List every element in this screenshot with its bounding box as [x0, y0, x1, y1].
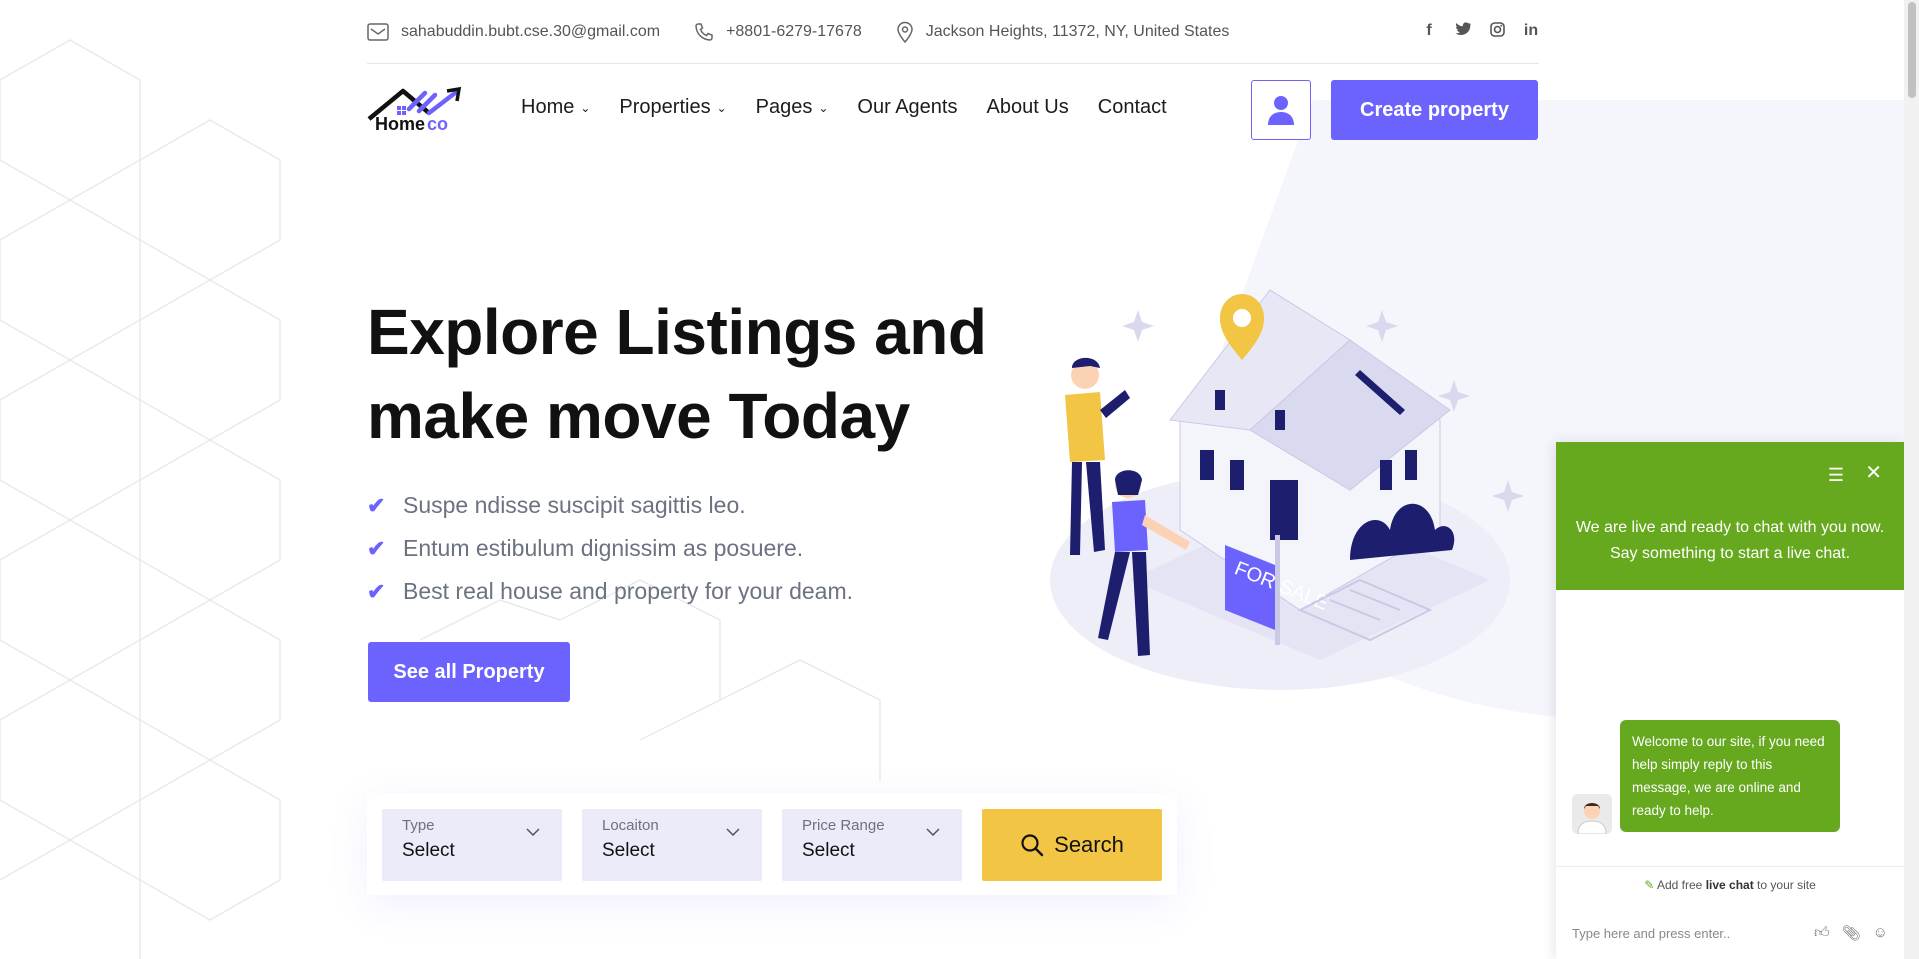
nav-about-us[interactable]: About Us — [986, 96, 1068, 119]
field-value: Select — [802, 840, 855, 861]
logo-wordmark[interactable]: Home co — [375, 114, 448, 135]
field-value: Select — [602, 840, 655, 861]
avatar — [1572, 794, 1612, 834]
chevron-down-icon: ⌄ — [818, 100, 829, 115]
user-icon — [1268, 96, 1294, 125]
hero-title: Explore Listings and make move Today — [367, 296, 987, 452]
user-account-button[interactable] — [1251, 80, 1311, 140]
promo-bold: live chat — [1705, 878, 1754, 892]
chevron-down-icon — [526, 823, 540, 839]
attachment-icon[interactable]: 📎︎ — [1842, 924, 1861, 942]
close-icon[interactable]: ✕ — [1865, 460, 1882, 486]
check-icon: ✔ — [367, 578, 386, 604]
chat-welcome-message: Welcome to our site, if you need help si… — [1620, 720, 1840, 832]
logo-word-co: co — [427, 114, 449, 134]
phone-text: +8801-6279-17678 — [726, 23, 862, 40]
chat-header: ☰ ✕ We are live and ready to chat with y… — [1556, 442, 1904, 590]
chat-divider — [1556, 866, 1904, 867]
email-text: sahabuddin.bubt.cse.30@gmail.com — [401, 23, 661, 40]
chevron-down-icon — [726, 823, 740, 839]
list-item: ✔ Best real house and property for your d… — [367, 570, 853, 613]
leaf-icon: ✎ — [1644, 878, 1655, 892]
chevron-down-icon: ⌄ — [580, 100, 591, 115]
scrollbar-thumb[interactable] — [1908, 2, 1916, 98]
thumbs-up-icon[interactable]: 👍︎ — [1814, 924, 1830, 942]
header-divider — [367, 63, 1539, 64]
field-label: Locaiton — [602, 817, 659, 834]
address-text: Jackson Heights, 11372, NY, United State… — [925, 23, 1230, 40]
promo-suffix: to your site — [1753, 878, 1816, 892]
logo-word-home: Home — [375, 114, 426, 134]
list-item: ✔ Suspe ndisse suscipit sagittis leo. — [367, 484, 853, 527]
social-links: f in — [1421, 22, 1539, 42]
email-item[interactable]: sahabuddin.bubt.cse.30@gmail.com — [367, 23, 660, 41]
twitter-icon[interactable] — [1455, 22, 1471, 42]
menu-icon[interactable]: ☰ — [1828, 462, 1844, 488]
chat-promo-link[interactable]: ✎ Add free live chat to your site — [1556, 878, 1904, 892]
check-icon: ✔ — [367, 492, 386, 518]
mail-icon — [367, 23, 389, 41]
location-select[interactable]: Locaiton Select — [582, 809, 762, 881]
chat-header-text: We are live and ready to chat with you n… — [1575, 519, 1885, 562]
nav-properties[interactable]: Properties ⌄ — [619, 96, 726, 119]
location-pin-icon — [896, 21, 913, 43]
phone-item[interactable]: +8801-6279-17678 — [694, 22, 862, 42]
feature-text: Best real house and property for your de… — [403, 578, 854, 604]
nav-label: About Us — [986, 96, 1069, 118]
nav-contact[interactable]: Contact — [1098, 96, 1167, 119]
feature-text: Suspe ndisse suscipit sagittis leo. — [403, 492, 746, 518]
feature-text: Entum estibulum dignissim as posuere. — [403, 535, 804, 561]
price-range-select[interactable]: Price Range Select — [782, 809, 962, 881]
address-item: Jackson Heights, 11372, NY, United State… — [896, 21, 1230, 43]
chevron-down-icon — [926, 823, 940, 839]
nav-label: Properties — [619, 96, 711, 118]
promo-prefix: Add free — [1656, 878, 1706, 892]
nav-our-agents[interactable]: Our Agents — [857, 96, 957, 119]
chat-message-input[interactable]: Type here and press enter.. — [1572, 926, 1730, 941]
search-icon — [1021, 834, 1044, 857]
chat-toolbar: 👍︎ 📎︎ ☺ — [1814, 924, 1888, 942]
create-property-button[interactable]: Create property — [1331, 80, 1538, 140]
chevron-down-icon: ⌄ — [716, 100, 727, 115]
facebook-icon[interactable]: f — [1421, 22, 1437, 42]
list-item: ✔ Entum estibulum dignissim as posuere. — [367, 527, 853, 570]
search-button[interactable]: Search — [982, 809, 1162, 881]
live-chat-widget: ☰ ✕ We are live and ready to chat with y… — [1556, 442, 1904, 959]
nav-label: Our Agents — [857, 96, 958, 118]
see-all-property-button[interactable]: See all Property — [368, 642, 570, 702]
linkedin-icon[interactable]: in — [1523, 22, 1539, 42]
search-button-label: Search — [1054, 832, 1124, 857]
nav-label: Pages — [755, 96, 813, 118]
page-scrollbar[interactable] — [1904, 0, 1919, 959]
main-nav: Home ⌄ Properties ⌄ Pages ⌄ Our Agents Abou… — [521, 96, 1167, 119]
check-icon: ✔ — [367, 535, 386, 561]
phone-icon — [695, 23, 713, 41]
field-label: Type — [402, 817, 435, 834]
emoji-icon[interactable]: ☺ — [1873, 924, 1888, 942]
property-search-form: Type Select Locaiton Select Price Range … — [367, 793, 1177, 895]
nav-label: Home — [521, 96, 575, 118]
nav-label: Contact — [1097, 96, 1167, 118]
top-contact-bar: sahabuddin.bubt.cse.30@gmail.com +8801-6… — [367, 18, 1539, 46]
hero-feature-list: ✔ Suspe ndisse suscipit sagittis leo. ✔ En… — [367, 484, 853, 613]
field-label: Price Range — [802, 817, 885, 834]
nav-pages[interactable]: Pages ⌄ — [756, 96, 829, 119]
instagram-icon[interactable] — [1489, 22, 1505, 42]
type-select[interactable]: Type Select — [382, 809, 562, 881]
nav-home[interactable]: Home ⌄ — [521, 96, 590, 119]
house-for-sale-illustration: FOR SALE — [1050, 289, 1524, 690]
field-value: Select — [402, 840, 455, 861]
